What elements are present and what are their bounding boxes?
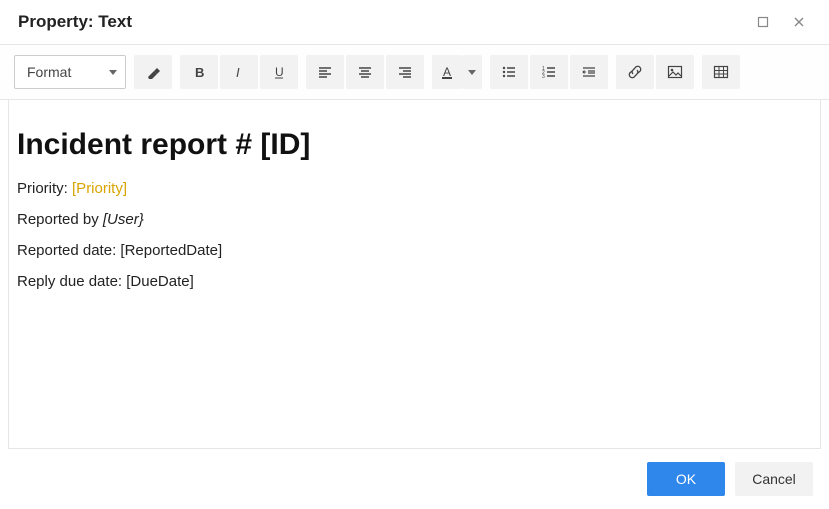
font-color-button[interactable]: A [432, 55, 462, 89]
italic-button[interactable]: I [220, 55, 258, 89]
numbered-list-icon: 123 [542, 65, 556, 79]
due-date-value: [DueDate] [126, 273, 194, 290]
align-center-icon [358, 65, 372, 79]
align-right-icon [398, 65, 412, 79]
underline-button[interactable]: U [260, 55, 298, 89]
link-button[interactable] [616, 55, 654, 89]
outdent-button[interactable] [570, 55, 608, 89]
toolbar: Format B I U [0, 44, 829, 100]
table-button[interactable] [702, 55, 740, 89]
heading-line: Incident report # [ID] [17, 128, 812, 162]
priority-line: Priority: [Priority] [17, 180, 812, 197]
align-center-button[interactable] [346, 55, 384, 89]
underline-icon: U [272, 65, 286, 79]
property-text-dialog: Property: Text Format B [0, 0, 829, 509]
reported-date-line: Reported date: [ReportedDate] [17, 242, 812, 259]
image-icon [667, 64, 683, 80]
svg-text:B: B [195, 65, 204, 79]
dialog-title: Property: Text [18, 12, 745, 32]
eraser-icon [145, 64, 161, 80]
priority-label: Priority: [17, 180, 72, 197]
chevron-down-icon [109, 70, 117, 75]
format-select[interactable]: Format [14, 55, 126, 89]
align-left-icon [318, 65, 332, 79]
priority-value: [Priority] [72, 180, 127, 197]
titlebar: Property: Text [0, 0, 829, 44]
cancel-button[interactable]: Cancel [735, 462, 813, 496]
bold-button[interactable]: B [180, 55, 218, 89]
reported-by-line: Reported by [User} [17, 211, 812, 228]
bullet-list-icon [502, 65, 516, 79]
numbered-list-button[interactable]: 123 [530, 55, 568, 89]
reported-by-label: Reported by [17, 211, 103, 228]
outdent-icon [582, 65, 596, 79]
close-button[interactable] [781, 4, 817, 40]
maximize-button[interactable] [745, 4, 781, 40]
format-select-label: Format [27, 64, 71, 80]
svg-text:3: 3 [542, 74, 545, 79]
font-color-dropdown[interactable] [462, 55, 482, 89]
clear-formatting-button[interactable] [134, 55, 172, 89]
maximize-icon [757, 16, 769, 28]
ok-button[interactable]: OK [647, 462, 725, 496]
dialog-footer: OK Cancel [0, 449, 829, 509]
image-button[interactable] [656, 55, 694, 89]
bullet-list-button[interactable] [490, 55, 528, 89]
reported-by-value: [User} [103, 211, 144, 228]
chevron-down-icon [468, 70, 476, 75]
font-color-split: A [432, 55, 482, 89]
reported-date-label: Reported date: [17, 242, 120, 259]
svg-text:I: I [236, 65, 240, 79]
due-date-label: Reply due date: [17, 273, 126, 290]
close-icon [793, 16, 805, 28]
svg-text:U: U [275, 65, 284, 79]
font-color-icon: A [440, 65, 454, 79]
reported-date-value: [ReportedDate] [120, 242, 222, 259]
editor-area[interactable]: Incident report # [ID] Priority: [Priori… [8, 100, 821, 449]
align-right-button[interactable] [386, 55, 424, 89]
italic-icon: I [232, 65, 246, 79]
bold-icon: B [192, 65, 206, 79]
due-date-line: Reply due date: [DueDate] [17, 273, 812, 290]
link-icon [627, 64, 643, 80]
table-icon [713, 64, 729, 80]
svg-text:A: A [443, 65, 451, 79]
align-left-button[interactable] [306, 55, 344, 89]
